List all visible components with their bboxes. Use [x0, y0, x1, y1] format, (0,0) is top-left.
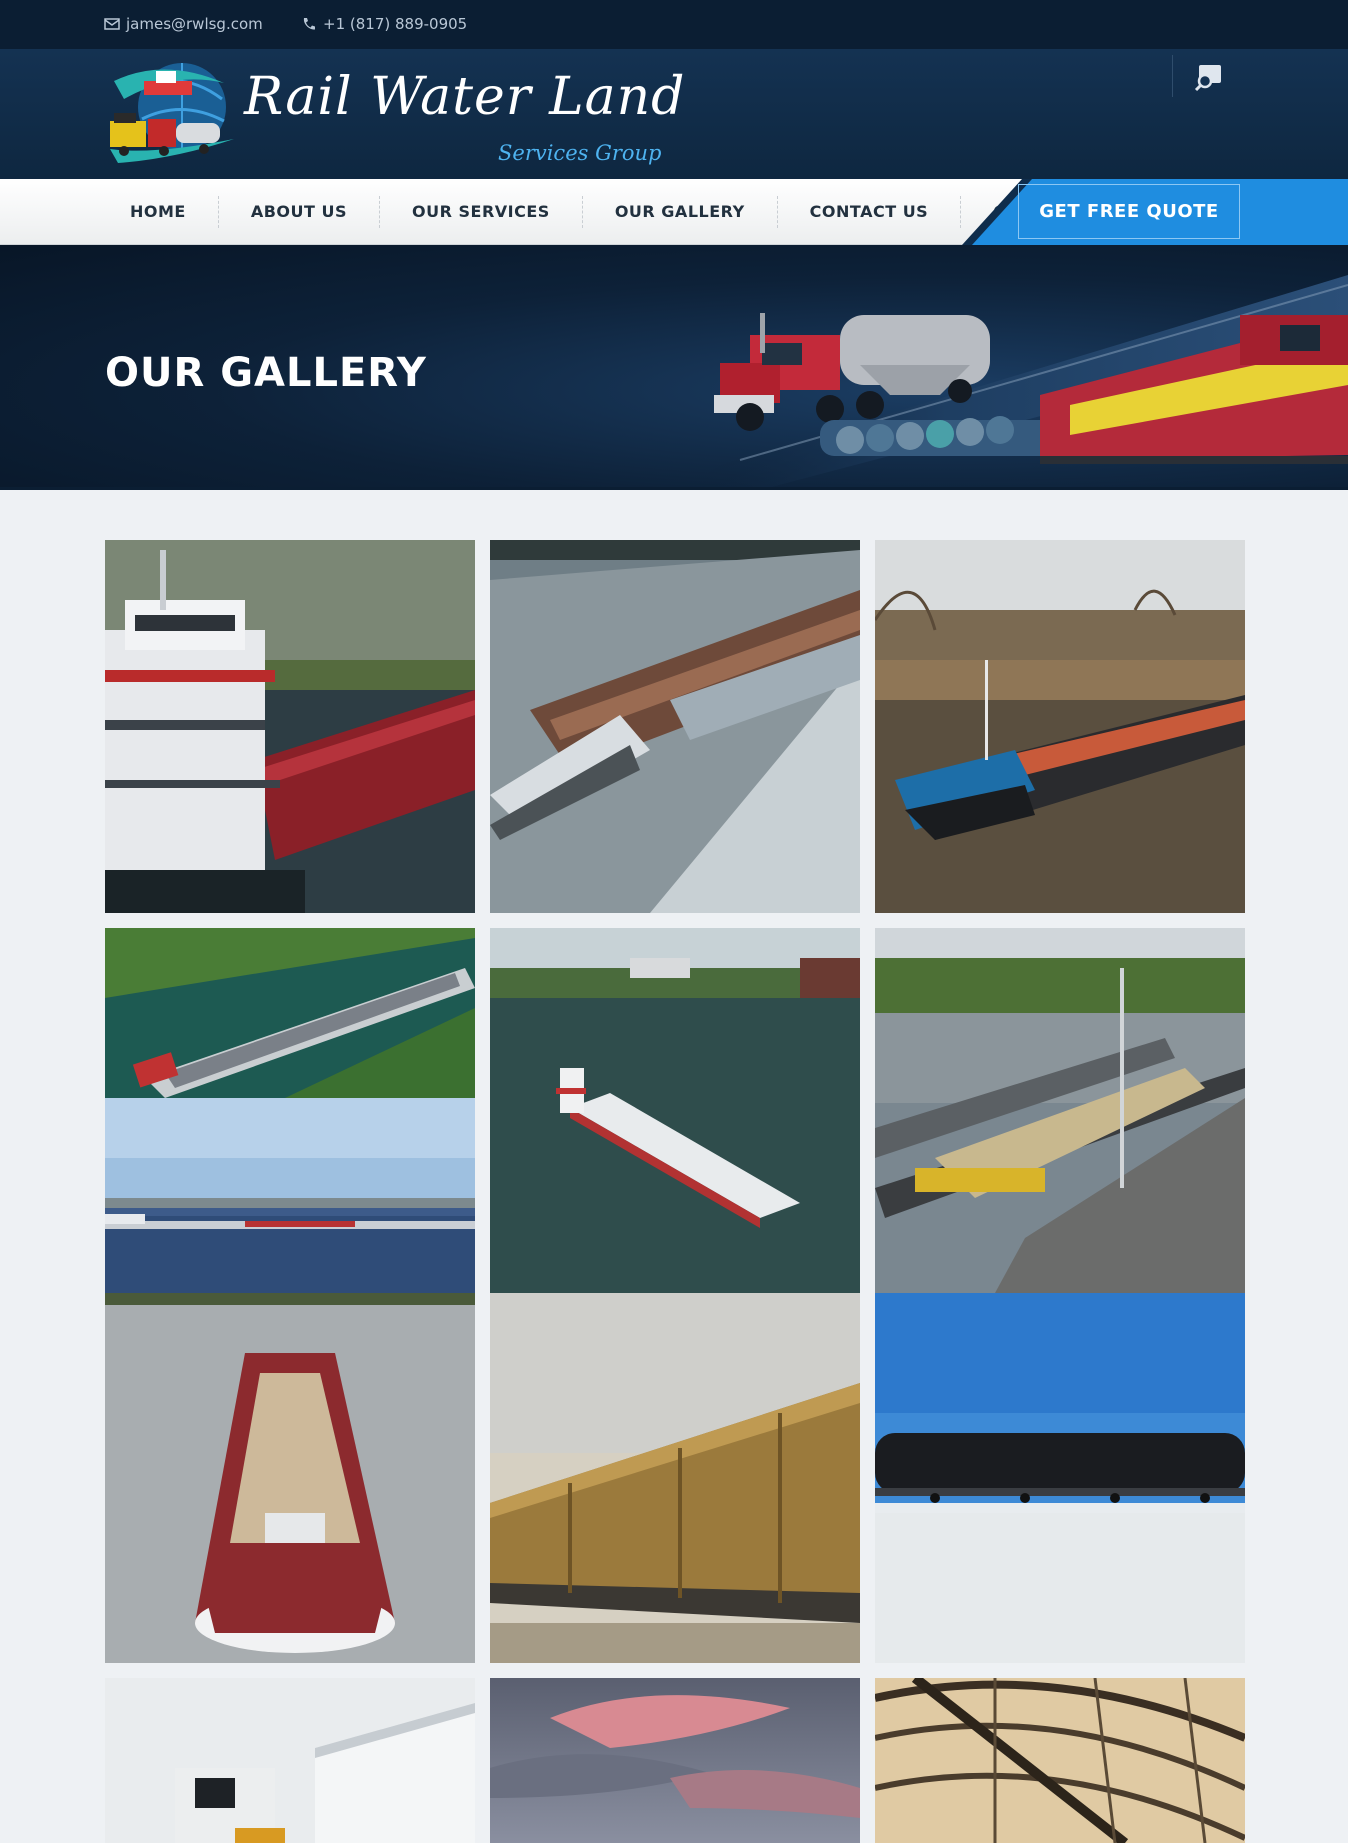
gallery-item[interactable]	[105, 1293, 475, 1663]
get-free-quote-button[interactable]: GET FREE QUOTE	[1018, 184, 1240, 239]
logo-title: Rail Water Land	[244, 67, 686, 127]
gallery-item[interactable]	[490, 540, 860, 913]
top-bar: james@rwlsg.com +1 (817) 889-0905	[0, 0, 1348, 49]
header-divider	[1172, 55, 1173, 97]
towboat-red-barge-image	[105, 540, 475, 913]
aerial-barge-green-river-image	[105, 928, 475, 1098]
gallery-item[interactable]	[105, 928, 475, 1098]
steel-dome-structure-image	[875, 1678, 1245, 1843]
nav-item-our-gallery[interactable]: OUR GALLERY	[581, 196, 777, 228]
gallery-item[interactable]	[105, 540, 475, 913]
gallery-item[interactable]	[490, 928, 860, 1293]
gravel-barge-lock-image	[875, 928, 1245, 1293]
nav-item-contact-us[interactable]: CONTACT US	[776, 196, 961, 228]
gallery-item[interactable]	[875, 540, 1245, 913]
email-text: james@rwlsg.com	[126, 15, 263, 33]
gallery-item[interactable]	[105, 1098, 475, 1293]
tank-rail-cars-snow-image	[875, 1293, 1245, 1663]
gallery-item[interactable]	[875, 1293, 1245, 1663]
logo-emblem-icon	[110, 63, 234, 163]
site-logo[interactable]: Rail Water Land Services Group	[104, 59, 684, 169]
gallery-item[interactable]	[490, 1678, 860, 1843]
gallery-item[interactable]	[875, 928, 1245, 1293]
hopper-rail-cars-image	[490, 1293, 860, 1663]
gallery-item[interactable]	[875, 1678, 1245, 1843]
logo-subtitle: Services Group	[498, 141, 662, 165]
page: james@rwlsg.com +1 (817) 889-0905 Rail W…	[0, 0, 1348, 1843]
phone-text: +1 (817) 889-0905	[323, 15, 468, 33]
search-button[interactable]	[1193, 61, 1225, 93]
phone-link[interactable]: +1 (817) 889-0905	[301, 15, 467, 33]
main-nav: HOME ABOUT US OUR SERVICES OUR GALLERY C…	[0, 179, 1348, 245]
long-barge-horizon-image	[105, 1098, 475, 1293]
warehouse-truck-image	[105, 1678, 475, 1843]
search-icon	[1194, 65, 1221, 92]
phone-icon	[303, 18, 315, 30]
aerial-barge-tow-image	[490, 540, 860, 913]
email-link[interactable]: james@rwlsg.com	[104, 15, 263, 33]
nav-item-about-us[interactable]: ABOUT US	[217, 196, 379, 228]
grain-barge-overhead-image	[105, 1293, 475, 1663]
gallery-item[interactable]	[490, 1293, 860, 1663]
towboat-covered-barge-image	[490, 928, 860, 1293]
page-title: OUR GALLERY	[105, 350, 427, 396]
page-hero: OUR GALLERY	[0, 245, 1348, 490]
nav-item-our-services[interactable]: OUR SERVICES	[379, 196, 582, 228]
nav-item-home[interactable]: HOME	[110, 196, 218, 228]
sunset-sky-image	[490, 1678, 860, 1843]
gallery-item[interactable]	[105, 1678, 475, 1843]
blue-barge-canal-image	[875, 540, 1245, 913]
nav-menu: HOME ABOUT US OUR SERVICES OUR GALLERY C…	[110, 196, 1111, 228]
site-header: Rail Water Land Services Group	[0, 49, 1348, 179]
envelope-icon	[104, 18, 120, 30]
hero-trucks-trains-image	[684, 275, 1348, 487]
